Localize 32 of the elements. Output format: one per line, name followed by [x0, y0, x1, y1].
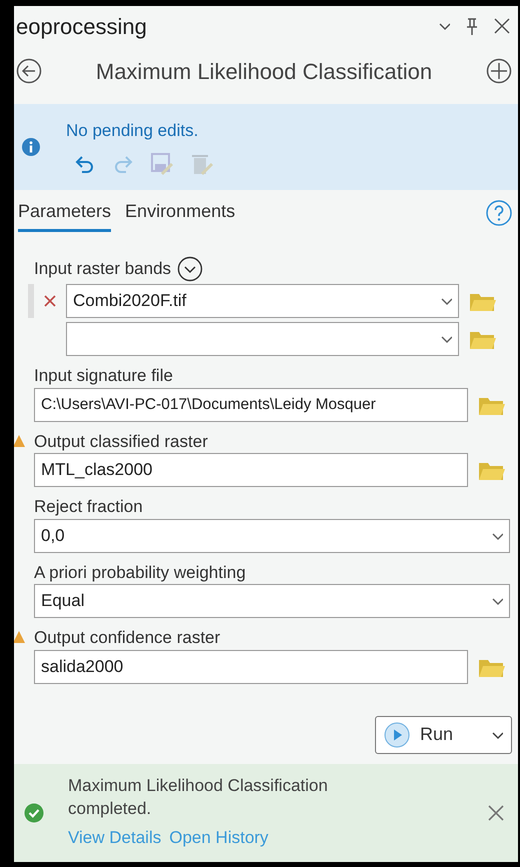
status-message: Maximum Likelihood Classification completed. — [68, 775, 329, 820]
help-icon[interactable] — [486, 200, 512, 226]
input-field[interactable] — [66, 322, 459, 356]
close-icon[interactable] — [494, 18, 510, 34]
info-icon — [22, 138, 40, 156]
play-icon — [384, 722, 410, 748]
pin-icon[interactable] — [466, 17, 478, 35]
close-icon[interactable] — [488, 805, 504, 821]
success-icon — [24, 803, 44, 823]
input-field[interactable]: MTL_clas2000 — [34, 453, 468, 488]
parameter-label: A priori probability weighting — [34, 562, 246, 582]
tab[interactable]: Environments — [125, 198, 236, 232]
input-field[interactable]: 0,0 — [34, 518, 510, 553]
input-field[interactable]: Equal — [34, 584, 510, 618]
add-icon[interactable] — [486, 58, 512, 84]
run-button[interactable]: Run — [375, 716, 512, 754]
input-field[interactable]: salida2000 — [34, 650, 468, 684]
parameter-label: Input signature file — [34, 366, 173, 386]
remove-icon[interactable] — [44, 295, 56, 307]
input-field[interactable]: C:\Users\AVI-PC-017\Documents\Leidy Mosquer — [34, 388, 468, 422]
back-icon[interactable] — [16, 58, 42, 84]
input-field[interactable]: Combi2020F.tif — [66, 284, 459, 318]
parameter-label: Reject fraction — [34, 497, 143, 517]
tab[interactable]: Parameters — [18, 198, 112, 232]
pane-title: eoprocessing — [16, 12, 147, 41]
parameter-label: Output classified raster — [34, 432, 208, 452]
parameter-label: Input raster bands — [34, 259, 172, 279]
edit-status-text: No pending edits. — [66, 120, 200, 142]
parameter-label: Output confidence raster — [34, 628, 220, 648]
expand-icon[interactable] — [177, 256, 204, 282]
row-handle[interactable] — [28, 284, 34, 318]
tool-title: Maximum Likelihood Classification — [94, 58, 434, 86]
